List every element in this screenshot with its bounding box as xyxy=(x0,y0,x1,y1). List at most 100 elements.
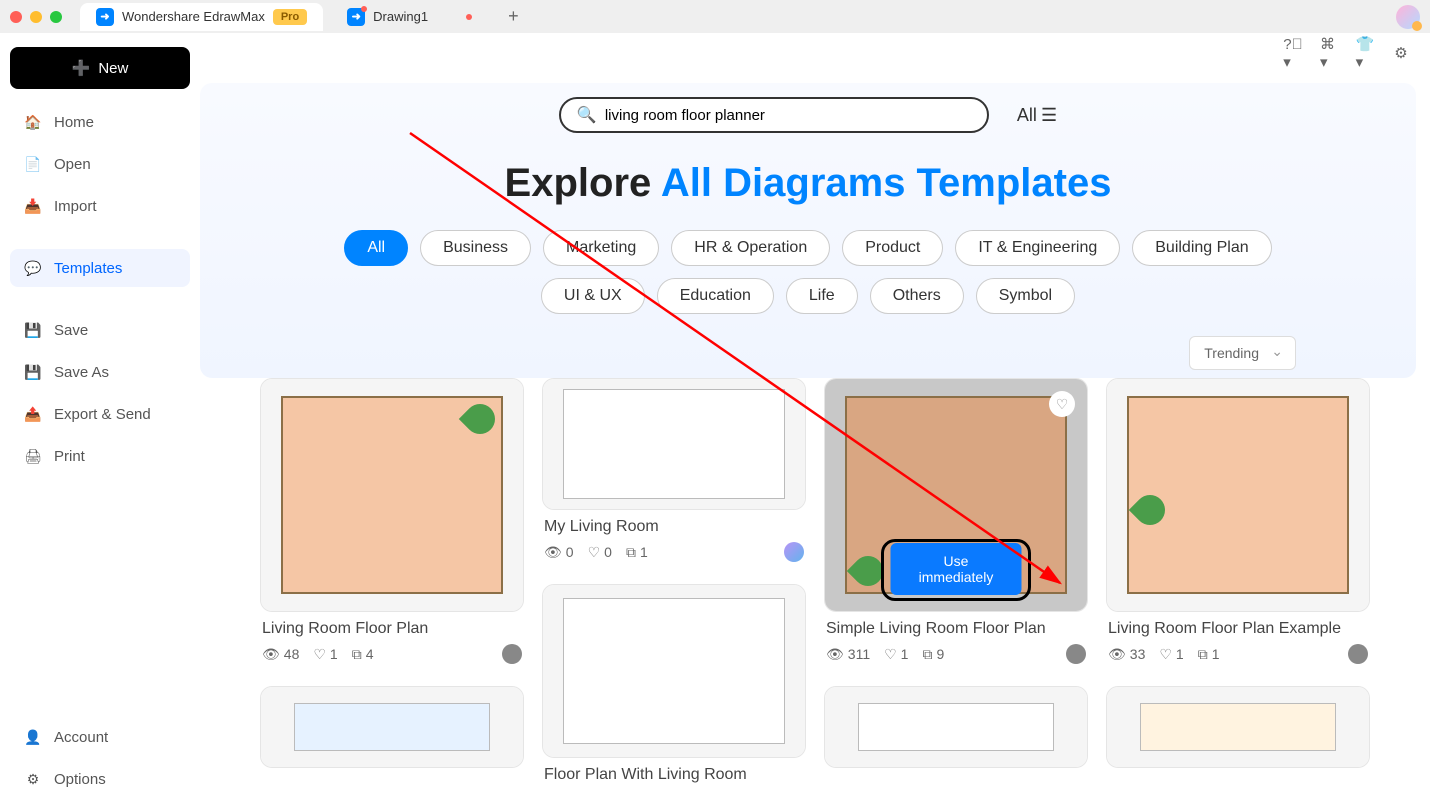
open-icon: 📄 xyxy=(24,155,42,173)
window-controls xyxy=(10,11,62,23)
sidebar-item-home[interactable]: 🏠 Home xyxy=(10,103,190,141)
filter-all-toggle[interactable]: All ☰ xyxy=(1017,105,1057,126)
likes-stat: ♡ 1 xyxy=(884,646,908,663)
template-thumbnail xyxy=(543,379,805,509)
template-thumbnail xyxy=(261,379,523,611)
template-card[interactable] xyxy=(260,686,524,768)
search-input[interactable] xyxy=(605,107,971,124)
style-icon[interactable]: 👕 ▾ xyxy=(1356,44,1374,62)
apps-icon[interactable]: ⌘ ▾ xyxy=(1320,44,1338,62)
template-title: Simple Living Room Floor Plan xyxy=(824,620,1088,638)
author-avatar[interactable] xyxy=(1066,644,1086,664)
sidebar-item-print[interactable]: 🖨 Print xyxy=(10,437,190,475)
template-thumbnail xyxy=(825,687,1087,767)
chip-symbol[interactable]: Symbol xyxy=(976,278,1075,314)
sidebar-item-save-as[interactable]: 💾Save As xyxy=(10,353,190,391)
sidebar-label: Account xyxy=(54,729,108,746)
new-label: New xyxy=(98,60,128,77)
sidebar-label: Save As xyxy=(54,364,109,381)
chip-life[interactable]: Life xyxy=(786,278,858,314)
category-chips: All Business Marketing HR & Operation Pr… xyxy=(318,230,1298,314)
chip-business[interactable]: Business xyxy=(420,230,531,266)
favorite-button[interactable]: ♡ xyxy=(1049,391,1075,417)
chip-all[interactable]: All xyxy=(344,230,408,266)
new-button[interactable]: ➕ New xyxy=(10,47,190,89)
chip-marketing[interactable]: Marketing xyxy=(543,230,659,266)
chip-building[interactable]: Building Plan xyxy=(1132,230,1271,266)
template-title: Living Room Floor Plan xyxy=(260,620,524,638)
search-box[interactable]: 🔍 xyxy=(559,97,989,133)
template-card[interactable]: Living Room Floor Plan Example 👁 33 ♡ 1 … xyxy=(1106,378,1370,668)
sidebar-item-import[interactable]: 📥 Import xyxy=(10,187,190,225)
document-icon: ➜ xyxy=(347,8,365,26)
template-stats: 👁 311 ♡ 1 ⧉ 9 xyxy=(824,638,1088,668)
unsaved-dot-icon xyxy=(466,14,472,20)
sidebar-label: Options xyxy=(54,771,106,788)
explore-header: 🔍 All ☰ Explore All Diagrams Templates A… xyxy=(200,83,1416,378)
template-card[interactable]: Floor Plan With Living Room xyxy=(542,584,806,784)
settings-icon[interactable]: ⚙ xyxy=(1392,44,1410,62)
app-icon: ➜ xyxy=(96,8,114,26)
template-thumbnail xyxy=(1107,379,1369,611)
tab-drawing[interactable]: ➜ Drawing1 xyxy=(331,3,488,31)
tab-app[interactable]: ➜ Wondershare EdrawMax Pro xyxy=(80,3,323,31)
chip-hr[interactable]: HR & Operation xyxy=(671,230,830,266)
home-icon: 🏠 xyxy=(24,113,42,131)
print-icon: 🖨 xyxy=(24,447,42,465)
template-card[interactable] xyxy=(1106,686,1370,768)
author-avatar[interactable] xyxy=(784,542,804,562)
app-title: Wondershare EdrawMax xyxy=(122,9,265,24)
views-stat: 👁 33 xyxy=(1108,646,1145,663)
sidebar-item-account[interactable]: 👤Account xyxy=(10,718,190,756)
template-card[interactable]: My Living Room 👁 0 ♡ 0 ⧉ 1 xyxy=(542,378,806,566)
sidebar-label: Import xyxy=(54,198,97,215)
template-title: Living Room Floor Plan Example xyxy=(1106,620,1370,638)
close-window-button[interactable] xyxy=(10,11,22,23)
maximize-window-button[interactable] xyxy=(50,11,62,23)
template-title: My Living Room xyxy=(542,518,806,536)
help-icon[interactable]: ?⃝ ▾ xyxy=(1284,44,1302,62)
titlebar: ➜ Wondershare EdrawMax Pro ➜ Drawing1 + xyxy=(0,0,1430,33)
new-tab-button[interactable]: + xyxy=(496,6,531,27)
sidebar-label: Templates xyxy=(54,260,122,277)
chip-others[interactable]: Others xyxy=(870,278,964,314)
template-thumbnail xyxy=(261,687,523,767)
sidebar-label: Open xyxy=(54,156,91,173)
author-avatar[interactable] xyxy=(502,644,522,664)
sidebar-item-open[interactable]: 📄 Open xyxy=(10,145,190,183)
template-stats: 👁 0 ♡ 0 ⧉ 1 xyxy=(542,536,806,566)
sidebar-item-templates[interactable]: 💬 Templates xyxy=(10,249,190,287)
chip-uiux[interactable]: UI & UX xyxy=(541,278,645,314)
minimize-window-button[interactable] xyxy=(30,11,42,23)
user-avatar[interactable] xyxy=(1396,5,1420,29)
sort-dropdown[interactable]: Trending xyxy=(1189,336,1296,370)
template-title: Floor Plan With Living Room xyxy=(542,766,806,784)
copies-stat: ⧉ 1 xyxy=(1198,646,1220,663)
use-immediately-button[interactable]: Use immediately xyxy=(891,543,1022,595)
sidebar-item-save[interactable]: 💾Save xyxy=(10,311,190,349)
template-card-hovered[interactable]: ♡ Use immediately Simple Living Room Flo… xyxy=(824,378,1088,668)
template-card[interactable] xyxy=(824,686,1088,768)
views-stat: 👁 48 xyxy=(262,646,299,663)
author-avatar[interactable] xyxy=(1348,644,1368,664)
template-thumbnail xyxy=(1107,687,1369,767)
export-icon: 📤 xyxy=(24,405,42,423)
views-stat: 👁 311 xyxy=(826,646,870,663)
sidebar-label: Home xyxy=(54,114,94,131)
all-label: All xyxy=(1017,105,1037,126)
template-thumbnail xyxy=(543,585,805,757)
sidebar-item-export[interactable]: 📤Export & Send xyxy=(10,395,190,433)
pro-badge: Pro xyxy=(273,9,307,25)
sidebar-item-options[interactable]: ⚙Options xyxy=(10,760,190,798)
sidebar-label: Save xyxy=(54,322,88,339)
copies-stat: ⧉ 4 xyxy=(352,646,374,663)
chip-it[interactable]: IT & Engineering xyxy=(955,230,1120,266)
chip-education[interactable]: Education xyxy=(657,278,774,314)
chip-product[interactable]: Product xyxy=(842,230,943,266)
main-content: ?⃝ ▾ ⌘ ▾ 👕 ▾ ⚙ 🔍 All ☰ Explore All Diagr… xyxy=(200,33,1430,812)
sidebar-label: Print xyxy=(54,448,85,465)
template-card[interactable]: Living Room Floor Plan 👁 48 ♡ 1 ⧉ 4 xyxy=(260,378,524,668)
templates-icon: 💬 xyxy=(24,259,42,277)
import-icon: 📥 xyxy=(24,197,42,215)
sort-label: Trending xyxy=(1204,345,1259,361)
